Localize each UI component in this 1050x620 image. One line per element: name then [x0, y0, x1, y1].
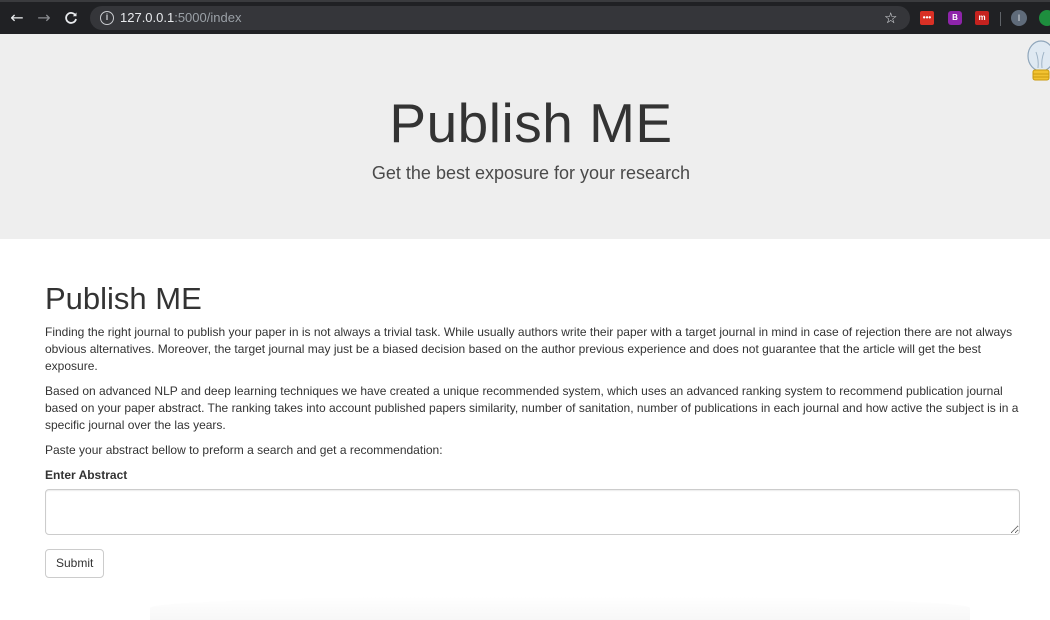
url-host: 127.0.0.1	[120, 10, 175, 25]
instruction-paragraph: Paste your abstract bellow to preform a …	[45, 443, 443, 457]
submit-button[interactable]: Submit	[45, 549, 105, 578]
back-arrow-icon[interactable]: ←	[7, 8, 27, 28]
intro-paragraph-1: Finding the right journal to publish you…	[45, 325, 1013, 373]
info-icon[interactable]: i	[100, 11, 114, 25]
hero-subtitle: Get the best exposure for your research	[371, 163, 691, 183]
green-extension-icon[interactable]	[1039, 10, 1050, 26]
address-bar[interactable]: i 127.0.0.1:5000/index	[90, 6, 910, 30]
jumbotron: Publish ME Get the best exposure for you…	[0, 34, 1050, 239]
abstract-label: Enter Abstract	[45, 468, 128, 482]
forward-arrow-icon[interactable]: →	[34, 8, 54, 28]
abstract-input[interactable]	[45, 489, 1020, 535]
lightbulb-icon[interactable]	[1024, 38, 1050, 84]
reload-icon[interactable]	[61, 8, 81, 28]
url-path: :5000/index	[174, 10, 242, 25]
browser-toolbar: ← → i 127.0.0.1:5000/index ☆ ••• B m I	[0, 0, 1050, 34]
purple-extension-icon[interactable]: B	[948, 11, 962, 25]
password-manager-icon[interactable]: •••	[920, 11, 934, 25]
profile-avatar[interactable]: I	[1011, 10, 1027, 26]
intro-paragraph-2: Based on advanced NLP and deep learning …	[45, 384, 1019, 432]
hero-title: Publish ME	[389, 92, 673, 154]
main-container: Publish ME Finding the right journal to …	[45, 282, 1025, 578]
bookmark-star-icon[interactable]: ☆	[884, 8, 897, 28]
red-extension-icon[interactable]: m	[975, 11, 989, 25]
url-text[interactable]: 127.0.0.1:5000/index	[120, 10, 241, 26]
toolbar-divider	[1000, 12, 1001, 26]
page-footer-shadow	[150, 596, 970, 620]
abstract-form: Enter Abstract Submit	[45, 467, 1025, 578]
page-title: Publish ME	[45, 281, 202, 316]
